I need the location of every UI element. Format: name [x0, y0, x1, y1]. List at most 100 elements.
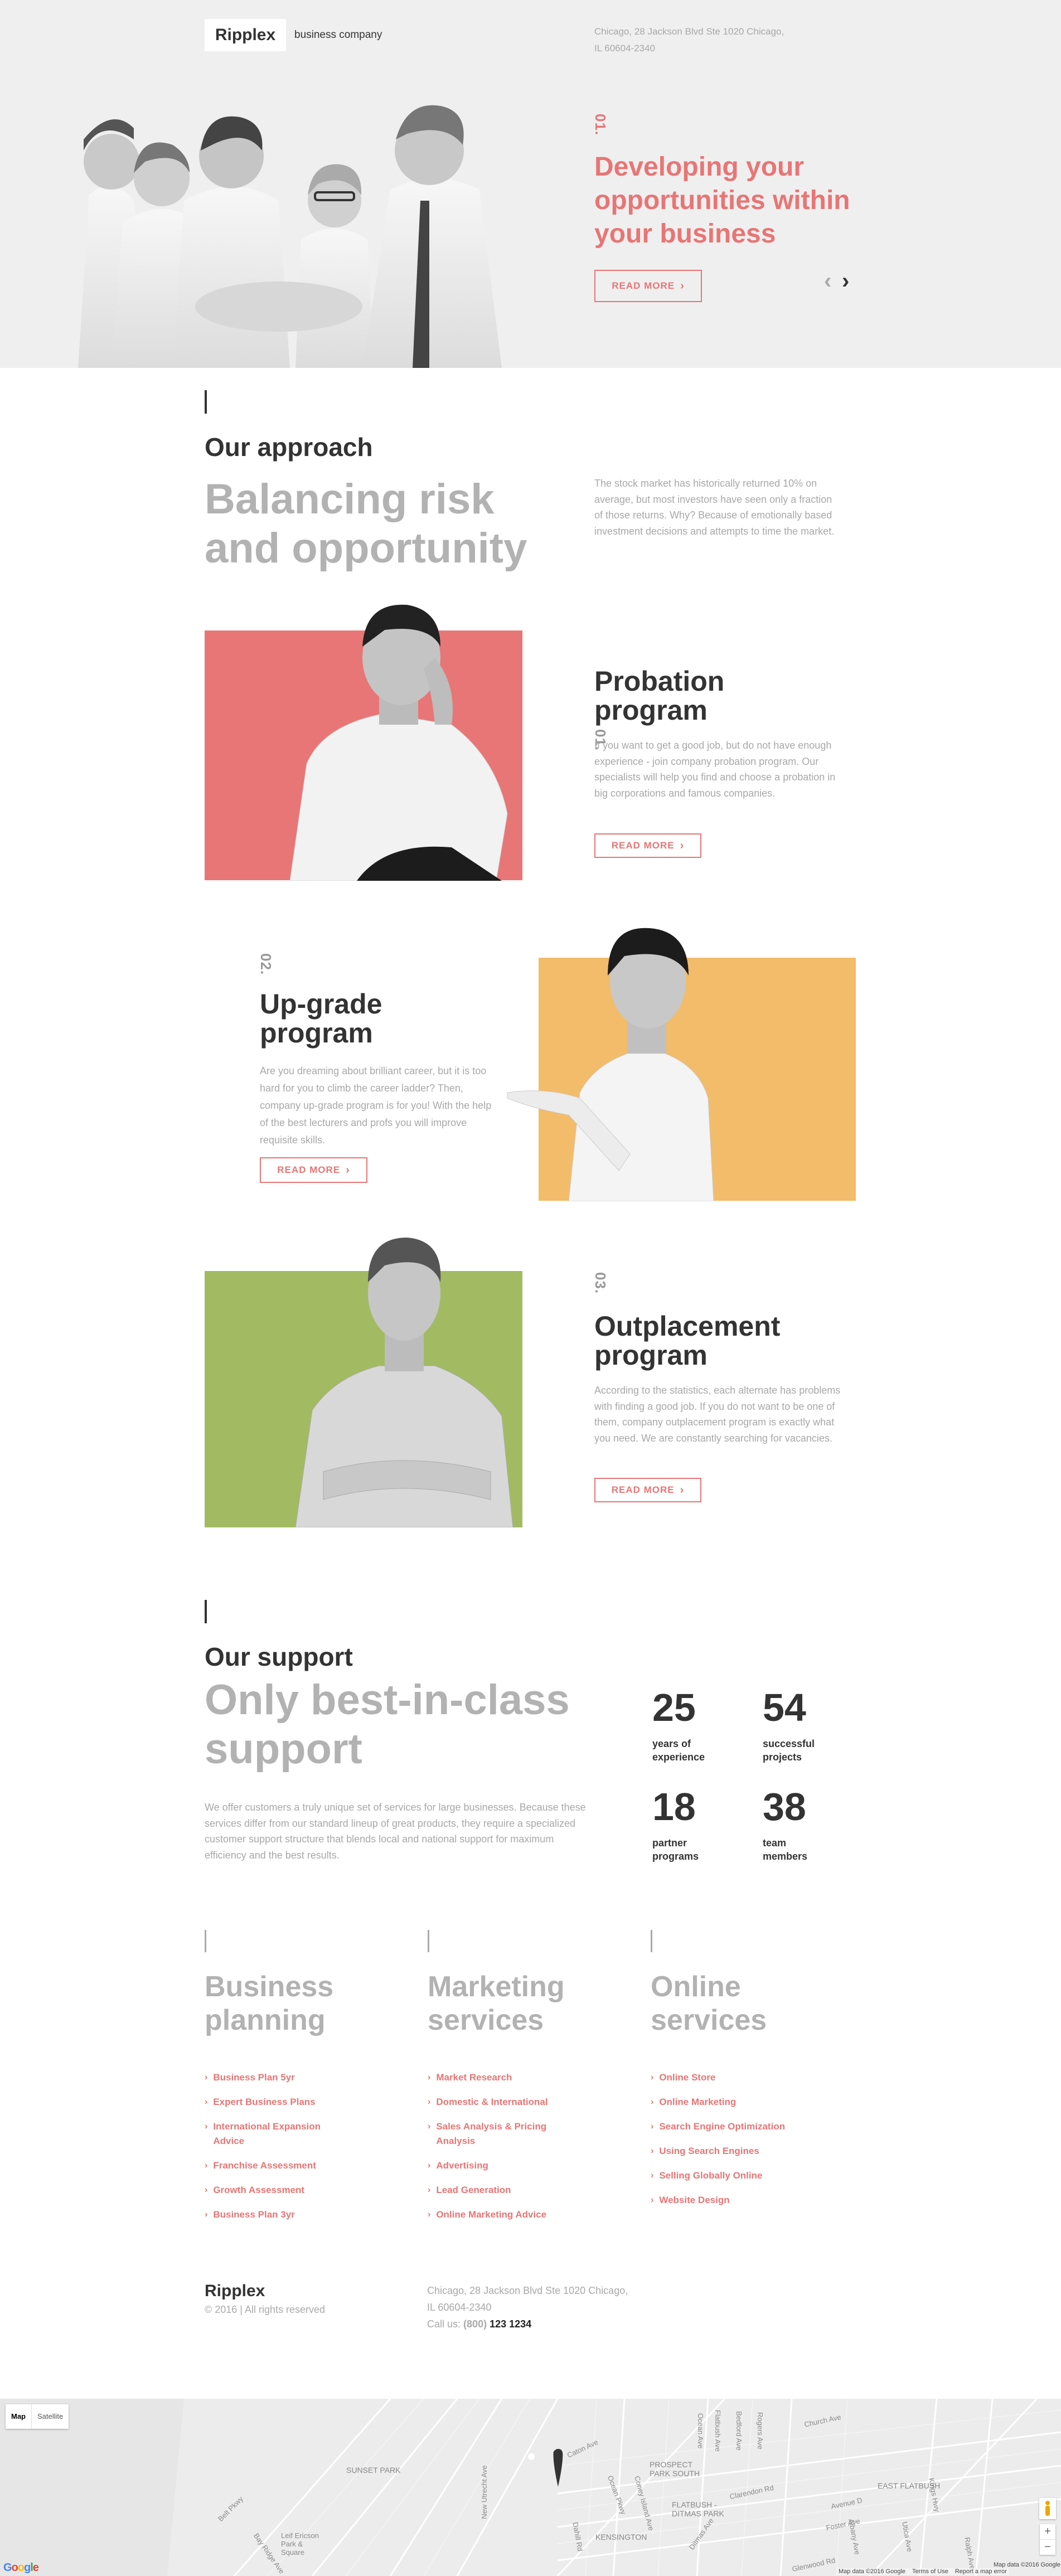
- zoom-in-button[interactable]: +: [1040, 2524, 1055, 2540]
- service-link[interactable]: › Using Search Engines: [651, 2144, 790, 2158]
- service-list: › Online Store › Online Marketing › Search En…: [651, 2070, 790, 2208]
- footer-logo[interactable]: Ripplex: [205, 2282, 265, 2301]
- program-2-read-more-button[interactable]: READ MORE ›: [260, 1157, 367, 1183]
- service-link-label: Search Engine Optimization: [659, 2121, 786, 2132]
- stat-label: team members: [763, 1837, 808, 1862]
- chevron-right-icon: ›: [680, 279, 685, 292]
- column-divider: [651, 1930, 652, 1952]
- program-2-number: 02.: [258, 953, 274, 976]
- service-link[interactable]: › Franchise Assessment: [205, 2158, 344, 2173]
- column-title: Marketing services: [428, 1971, 565, 2036]
- service-link[interactable]: › Lead Generation: [428, 2183, 567, 2197]
- footer-phone: Call us: (800) 123 1234: [427, 2318, 532, 2330]
- services-column-marketing: Marketing services › Market Research › Domes…: [428, 1930, 567, 2232]
- pegman-icon[interactable]: [1039, 2498, 1056, 2519]
- button-label: READ MORE: [611, 840, 675, 851]
- google-map[interactable]: Map Satellite SUNSET PARK PROSPECT PARK …: [0, 2399, 1061, 2576]
- service-link[interactable]: › Domestic & International: [428, 2095, 567, 2109]
- program-3-text: According to the statistics, each altern…: [594, 1385, 841, 1444]
- chevron-right-icon: ›: [428, 2122, 431, 2131]
- stat-value: 38: [763, 1785, 806, 1828]
- tagline: business company: [294, 29, 382, 41]
- service-link[interactable]: › Advertising: [428, 2158, 567, 2173]
- hero-section: Ripplex business company Chicago, 28 Jac…: [0, 0, 1061, 368]
- map-type-control: Map Satellite: [6, 2404, 69, 2429]
- map-type-map-button[interactable]: Map: [6, 2404, 32, 2429]
- service-link[interactable]: › Sales Analysis & Pricing Analysis: [428, 2119, 567, 2148]
- service-link[interactable]: › Business Plan 5yr: [205, 2070, 344, 2085]
- service-link[interactable]: › Online Marketing Advice: [428, 2208, 567, 2222]
- chevron-right-icon: ›: [651, 2171, 654, 2180]
- chevron-right-icon: ›: [205, 2210, 208, 2219]
- chevron-right-icon: ›: [346, 1163, 350, 1176]
- service-link[interactable]: › Market Research: [428, 2070, 567, 2085]
- heading-line-2: and opportunity: [205, 525, 527, 572]
- service-link-label: Online Store: [659, 2072, 716, 2083]
- terms-link[interactable]: Terms of Use: [912, 2568, 948, 2575]
- program-2-photo: [507, 928, 714, 1201]
- title-line-1: Up-grade: [260, 988, 382, 1020]
- program-2-title: Up-grade program: [260, 989, 382, 1047]
- service-link[interactable]: › Business Plan 3yr: [205, 2208, 344, 2222]
- service-list: › Business Plan 5yr › Expert Business Plans…: [205, 2070, 344, 2222]
- service-link-label: International Expansion Advice: [213, 2121, 321, 2146]
- service-link[interactable]: › Expert Business Plans: [205, 2095, 344, 2109]
- map-district-label: SUNSET PARK: [346, 2466, 401, 2475]
- logo[interactable]: Ripplex: [205, 19, 286, 51]
- service-link-label: Website Design: [659, 2195, 730, 2205]
- column-divider: [205, 1930, 206, 1952]
- program-3-read-more-button[interactable]: READ MORE ›: [594, 1478, 701, 1502]
- google-logo[interactable]: Google: [3, 2562, 39, 2574]
- chevron-right-icon: ›: [651, 2146, 654, 2156]
- chevron-right-icon: ›: [205, 2161, 208, 2170]
- service-link[interactable]: › Search Engine Optimization: [651, 2119, 790, 2134]
- approach-text: The stock market has historically return…: [594, 478, 835, 537]
- service-link-label: Online Marketing: [659, 2097, 737, 2107]
- service-link-label: Advertising: [436, 2160, 488, 2171]
- service-link-label: Business Plan 5yr: [213, 2072, 295, 2083]
- service-link[interactable]: › International Expansion Advice: [205, 2119, 344, 2148]
- team-photo: [78, 105, 502, 368]
- report-error-link[interactable]: Report a map error: [955, 2568, 1007, 2575]
- chevron-right-icon[interactable]: ›: [842, 270, 849, 292]
- chevron-right-icon: ›: [428, 2097, 431, 2107]
- service-link-label: Business Plan 3yr: [213, 2209, 295, 2220]
- service-link-label: Market Research: [436, 2072, 512, 2083]
- service-link[interactable]: › Growth Assessment: [205, 2183, 344, 2197]
- chevron-right-icon: ›: [428, 2073, 431, 2082]
- service-link[interactable]: › Website Design: [651, 2193, 790, 2208]
- title-line-2: program: [594, 695, 708, 726]
- chevron-right-icon: ›: [680, 1483, 685, 1496]
- chevron-right-icon: ›: [428, 2185, 431, 2195]
- location-pin-icon: [553, 2449, 563, 2487]
- map-attribution: Map data ©2016 Google Terms of Use Repor…: [836, 2568, 1009, 2575]
- chevron-left-icon[interactable]: ‹: [824, 270, 831, 292]
- service-link[interactable]: › Online Store: [651, 2070, 790, 2085]
- map-type-satellite-button[interactable]: Satellite: [32, 2404, 69, 2429]
- slide-number: 01.: [592, 114, 609, 136]
- stat-years: 25 years of experience: [652, 1688, 705, 1764]
- chevron-right-icon: ›: [205, 2073, 208, 2082]
- zoom-out-button[interactable]: −: [1040, 2540, 1055, 2555]
- map-district-label: PROSPECT PARK SOUTH: [650, 2460, 700, 2478]
- service-link-label: Sales Analysis & Pricing Analysis: [436, 2121, 547, 2146]
- service-link[interactable]: › Selling Globally Online: [651, 2169, 790, 2183]
- service-link[interactable]: › Online Marketing: [651, 2095, 790, 2109]
- stat-projects: 54 successful projects: [763, 1688, 815, 1764]
- program-2-text: Are you dreaming about brilliant career,…: [260, 1065, 492, 1146]
- approach-label: Our approach: [205, 433, 373, 462]
- chevron-right-icon: ›: [205, 2097, 208, 2107]
- program-1-title: Probation program: [594, 667, 724, 725]
- services-column-online: Online services › Online Store › Online Mark…: [651, 1930, 790, 2218]
- map-data-text: Map data ©2016 Google: [839, 2568, 906, 2575]
- button-label: READ MORE: [611, 1485, 675, 1495]
- hero-read-more-button[interactable]: READ MORE ›: [594, 270, 702, 302]
- title-line-2: program: [594, 1340, 708, 1371]
- program-3-title: Outplacement program: [594, 1312, 780, 1370]
- section-divider: [205, 1600, 207, 1623]
- button-label: READ MORE: [277, 1165, 341, 1175]
- chevron-right-icon: ›: [428, 2161, 431, 2170]
- address-line-1: Chicago, 28 Jackson Blvd Ste 1020 Chicag…: [594, 26, 784, 37]
- chevron-right-icon: ›: [205, 2185, 208, 2195]
- program-1-read-more-button[interactable]: READ MORE ›: [594, 833, 701, 858]
